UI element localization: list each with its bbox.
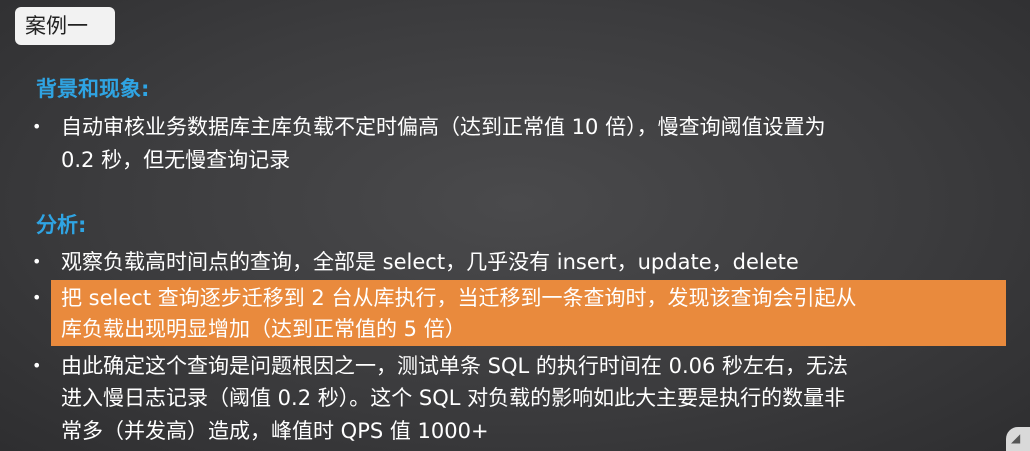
analysis-heading: 分析: (36, 213, 87, 237)
case-title-tag: 案例一 (15, 7, 115, 45)
corner-widget-icon[interactable]: ◢ (1006, 427, 1030, 451)
background-bullet-1-line-1: 自动审核业务数据库主库负载不定时偏高（达到正常值 10 倍），慢查询阈值设置为 (61, 115, 826, 139)
bullet-dot: • (32, 252, 42, 271)
analysis-bullet-3-line-2: 进入慢日志记录（阈值 0.2 秒）。这个 SQL 对负载的影响如此大主要是执行的… (61, 386, 846, 410)
bullet-dot: • (32, 356, 42, 375)
bullet-dot: • (32, 288, 42, 307)
analysis-bullet-2-line-1: 把 select 查询逐步迁移到 2 台从库执行，当迁移到一条查询时，发现该查询… (61, 286, 857, 310)
analysis-bullet-1-line-1: 观察负载高时间点的查询，全部是 select，几乎没有 insert，updat… (61, 250, 799, 274)
analysis-bullet-3-line-3: 常多（并发高）造成，峰值时 QPS 值 1000+ (61, 419, 489, 443)
background-bullet-1-line-2: 0.2 秒，但无慢查询记录 (61, 148, 291, 172)
background-heading: 背景和现象: (36, 77, 150, 101)
analysis-bullet-2-line-2: 库负载出现明显增加（达到正常值的 5 倍） (61, 317, 466, 341)
analysis-bullet-3-line-1: 由此确定这个查询是问题根因之一，测试单条 SQL 的执行时间在 0.06 秒左右… (61, 354, 849, 378)
bullet-dot: • (32, 117, 42, 136)
